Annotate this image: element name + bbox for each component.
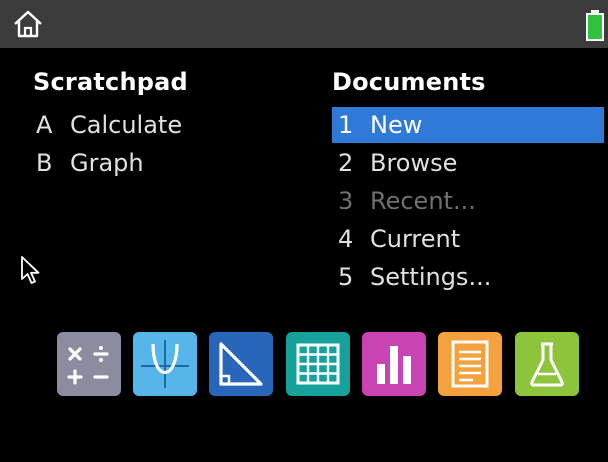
notes-icon[interactable] [438, 332, 502, 396]
menu-item-key: B [36, 149, 53, 177]
home-icon[interactable] [12, 9, 44, 39]
geometry-icon[interactable] [209, 332, 273, 396]
menu-item-graph[interactable]: B Graph [36, 145, 144, 181]
menu-item-current[interactable]: 4 Current [332, 221, 460, 257]
menu-item-key: 5 [338, 263, 354, 291]
scratchpad-title: Scratchpad [33, 68, 188, 96]
menu-item-label: Graph [70, 149, 144, 177]
menu-item-key: 4 [338, 225, 354, 253]
lists-spreadsheet-icon[interactable] [286, 332, 350, 396]
menu-item-key: A [36, 111, 53, 139]
menu-item-label: Browse [370, 149, 458, 177]
data-statistics-icon[interactable] [362, 332, 426, 396]
menu-item-label: Calculate [70, 111, 183, 139]
menu-item-key: 1 [338, 111, 354, 139]
documents-title: Documents [332, 68, 486, 96]
calculator-icon[interactable] [57, 332, 121, 396]
menu-item-label: Recent... [370, 187, 476, 215]
graphs-icon[interactable] [133, 332, 197, 396]
menu-item-label: New [370, 111, 423, 139]
menu-item-settings[interactable]: 5 Settings... [332, 259, 491, 295]
menu-item-calculate[interactable]: A Calculate [36, 107, 182, 143]
vernier-dataquest-icon[interactable] [515, 332, 579, 396]
menu-item-label: Current [370, 225, 461, 253]
status-bar [0, 0, 608, 48]
menu-item-browse[interactable]: 2 Browse [332, 145, 457, 181]
menu-item-new[interactable]: 1 New [332, 107, 604, 143]
menu-item-label: Settings... [370, 263, 492, 291]
menu-item-key: 3 [338, 187, 354, 215]
mouse-pointer-icon [20, 255, 42, 287]
menu-item-recent: 3 Recent... [332, 183, 476, 219]
menu-item-key: 2 [338, 149, 354, 177]
battery-icon [585, 10, 605, 42]
